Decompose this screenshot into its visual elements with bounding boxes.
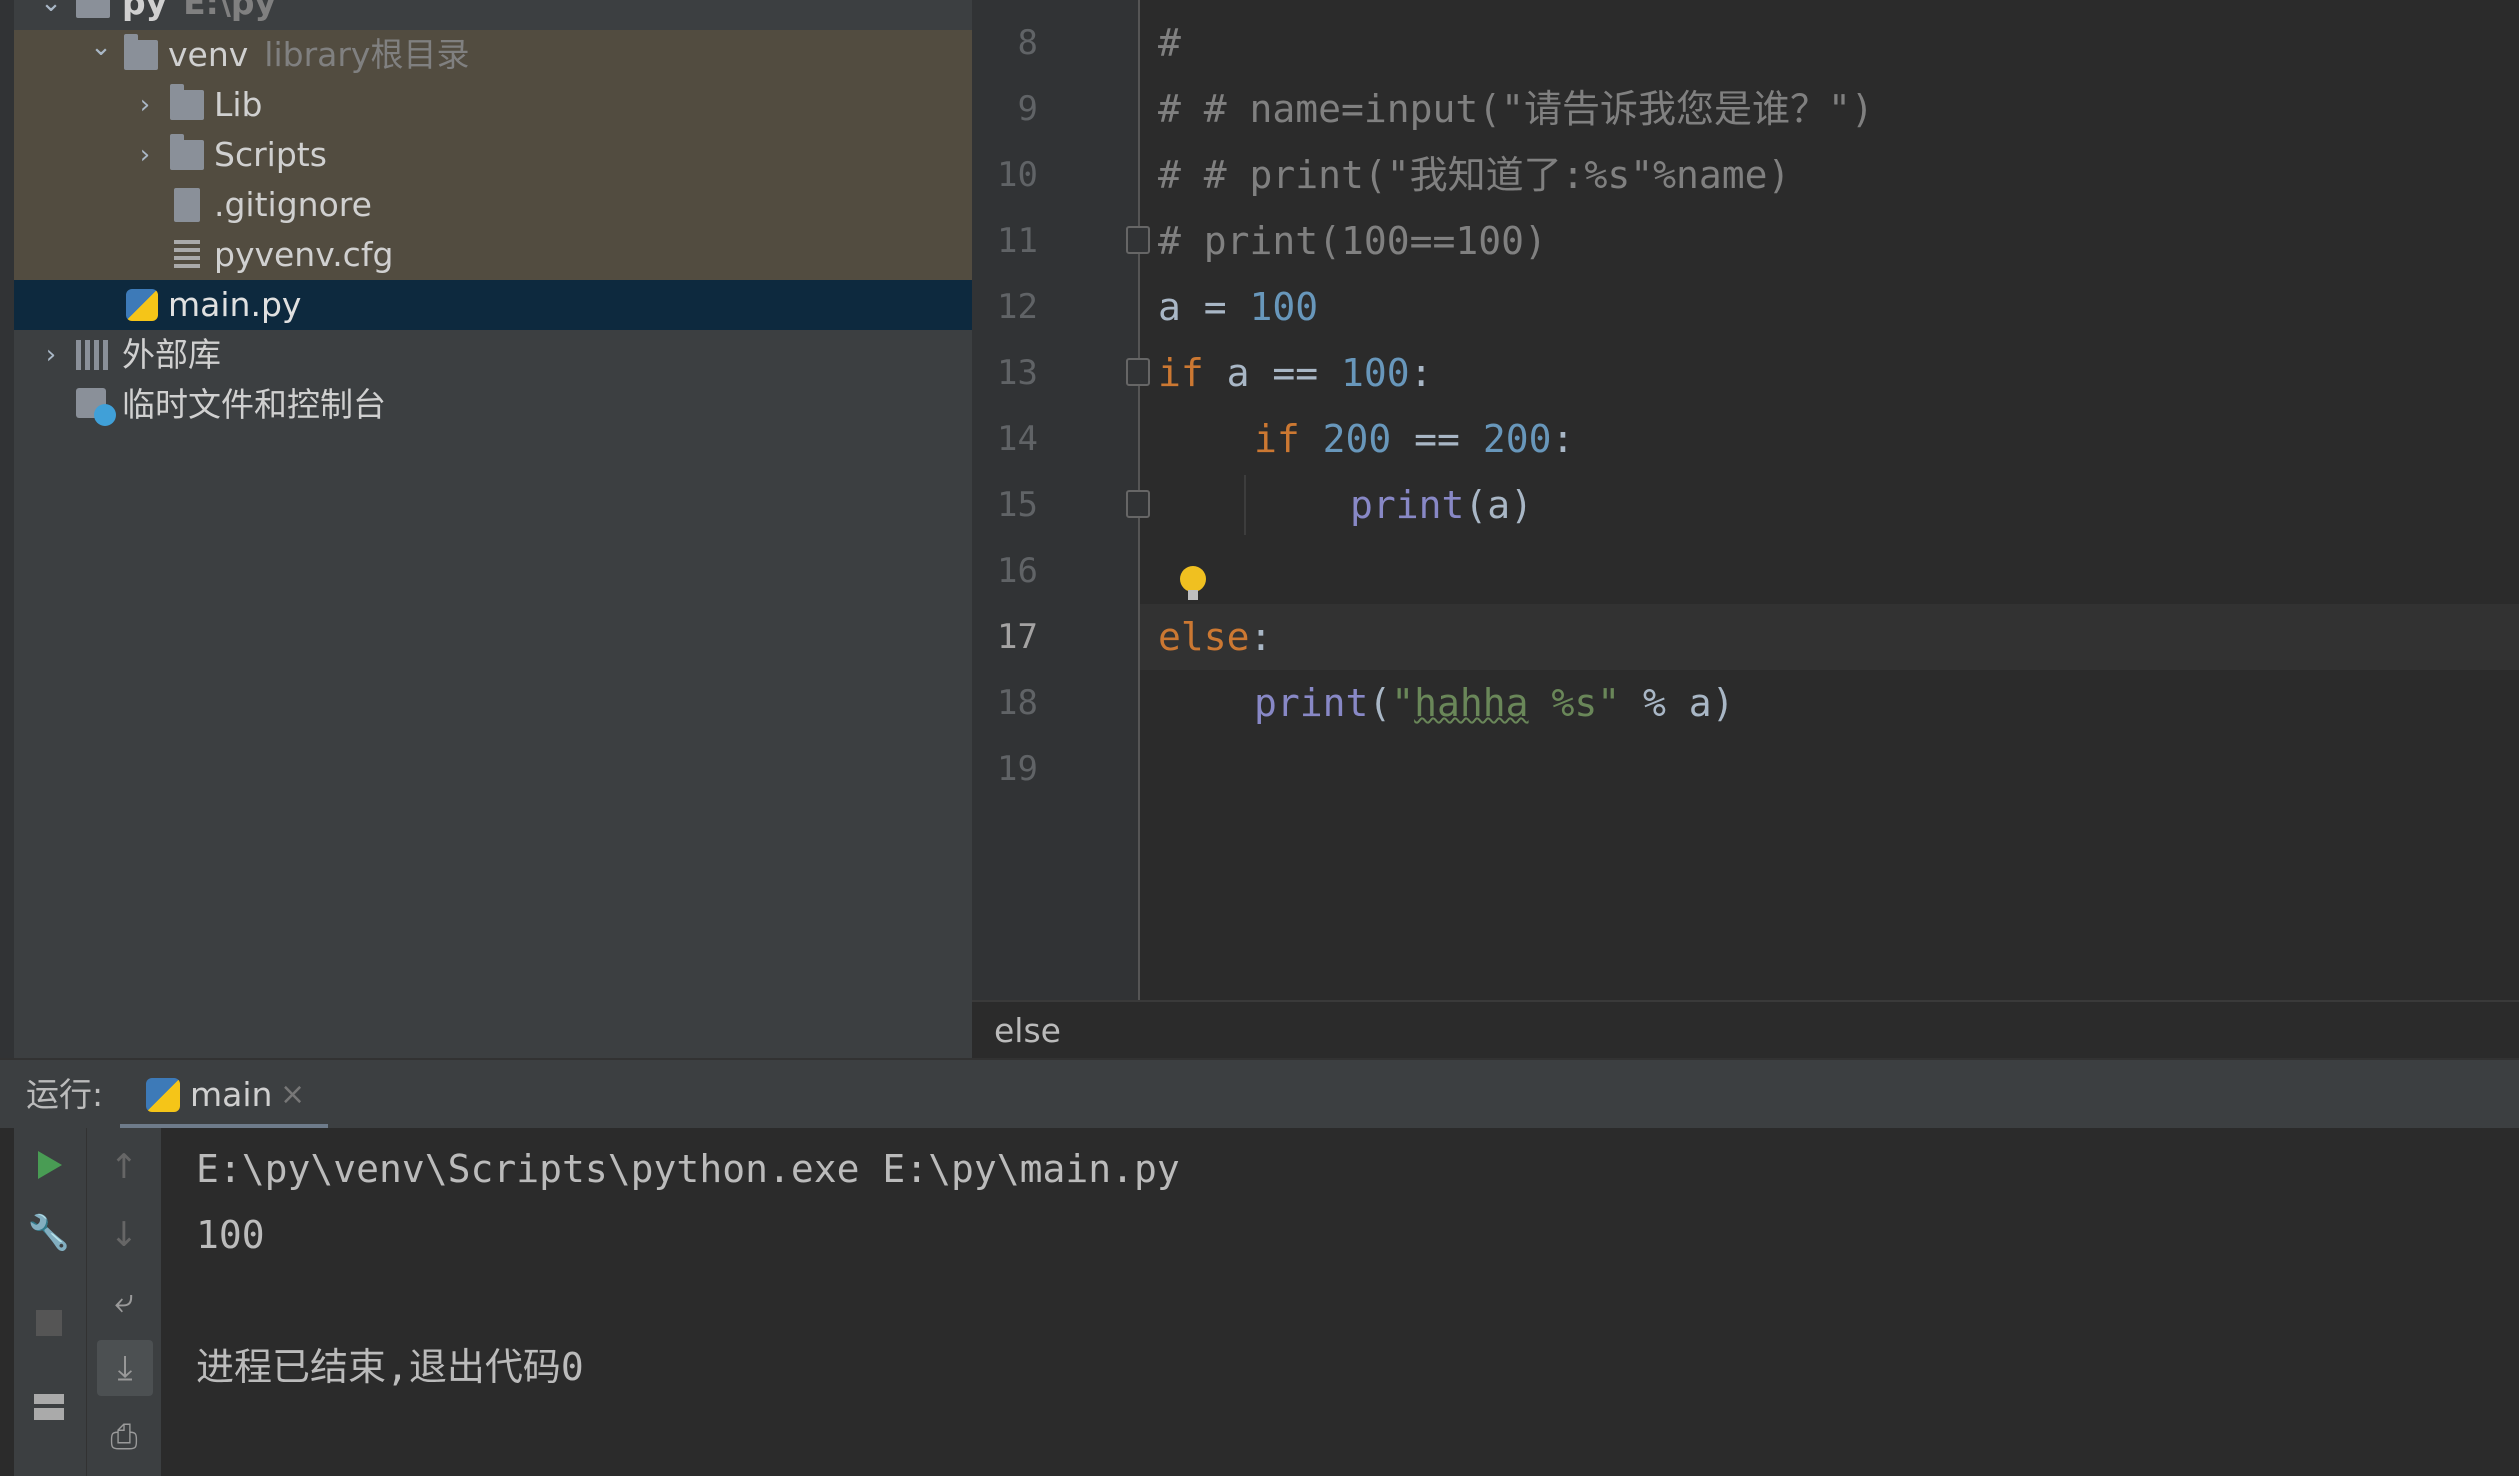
close-icon[interactable]: ×	[280, 1060, 305, 1130]
config-file-icon	[174, 240, 200, 270]
tree-label-lib: Lib	[214, 85, 263, 124]
tree-label-scripts: Scripts	[214, 135, 327, 174]
fold-marker[interactable]	[1126, 490, 1150, 518]
folder-icon	[124, 34, 158, 70]
breadcrumb-item[interactable]: else	[994, 1002, 1061, 1060]
folder-icon	[170, 134, 204, 170]
line-number: 13	[997, 353, 1038, 393]
run-label: 运行:	[26, 1075, 104, 1114]
code-line-15: print(a)	[1350, 483, 1534, 527]
line-number: 19	[997, 749, 1038, 789]
line-number: 14	[997, 419, 1038, 459]
lightbulb-icon[interactable]	[1180, 566, 1206, 600]
tree-label-scratches: 临时文件和控制台	[122, 385, 386, 424]
run-icon[interactable]	[26, 1142, 72, 1188]
chevron-right-icon[interactable]: ›	[130, 80, 160, 130]
tree-row-root[interactable]: ⌄ py E:\py	[14, 0, 972, 28]
line-number: 8	[1017, 23, 1038, 63]
tree-row-pyvenv[interactable]: pyvenv.cfg	[14, 230, 972, 280]
code-line-12: a = 100	[1158, 285, 1319, 329]
tree-row-gitignore[interactable]: .gitignore	[14, 180, 972, 230]
tree-root-name: py	[122, 0, 168, 22]
current-line-highlight	[1140, 604, 2519, 670]
line-number: 12	[997, 287, 1038, 327]
ide-window: ⌄ py E:\py ⌄ venv library根目录 › Lib › Scrip…	[0, 0, 2519, 1476]
print-icon[interactable]: ⎙	[101, 1414, 147, 1460]
line-number: 11	[997, 221, 1038, 261]
line-number: 15	[997, 485, 1038, 525]
code-line-17: else:	[1158, 615, 1273, 659]
line-number: 9	[1017, 89, 1038, 129]
clock-icon	[94, 404, 116, 426]
line-number: 16	[997, 551, 1038, 591]
line-number-current: 17	[997, 617, 1038, 657]
code-editor[interactable]: 8 9 10 11 12 13 14 15 16 17 18 19 # # # …	[972, 0, 2519, 1060]
console-line: 100	[196, 1213, 265, 1257]
tree-root-path: E:\py	[183, 0, 277, 22]
breadcrumb: else	[972, 1000, 2519, 1060]
python-file-icon	[126, 289, 158, 321]
code-line-9: # # name=input("请告诉我您是谁？")	[1158, 87, 1874, 131]
run-toolbar: 🔧	[14, 1128, 86, 1476]
tree-row-lib[interactable]: › Lib	[14, 80, 972, 130]
chevron-down-icon[interactable]: ⌄	[36, 0, 66, 28]
fold-marker[interactable]	[1126, 226, 1150, 254]
tree-hint-venv: library根目录	[264, 35, 470, 74]
code-line-14: if 200 == 200:	[1254, 417, 1575, 461]
tree-label-venv: venv	[168, 35, 249, 74]
run-console: 🔧 ↑ ↓ ⤶ ⤓ ⎙ E:\py\venv\Scripts\python.ex…	[0, 1128, 2519, 1476]
soft-wrap-icon[interactable]: ⤶	[101, 1278, 147, 1324]
console-toolbar: ↑ ↓ ⤶ ⤓ ⎙	[86, 1128, 161, 1476]
tree-row-venv[interactable]: ⌄ venv library根目录	[14, 30, 972, 80]
indent-guide	[1244, 475, 1246, 535]
chevron-right-icon[interactable]: ›	[130, 130, 160, 180]
chevron-down-icon[interactable]: ⌄	[86, 22, 116, 72]
console-line: 进程已结束,退出代码0	[196, 1345, 584, 1389]
code-line-10: # # print("我知道了:%s"%name)	[1158, 153, 1791, 197]
code-line-11: # print(100==100)	[1158, 219, 1547, 263]
project-tree: ⌄ py E:\py ⌄ venv library根目录 › Lib › Scrip…	[0, 0, 972, 1058]
typo-word: hahha	[1414, 681, 1529, 725]
console-line: E:\py\venv\Scripts\python.exe E:\py\main…	[196, 1147, 1180, 1191]
code-line-18: print("hahha %s" % a)	[1254, 681, 1735, 725]
folder-icon	[170, 84, 204, 120]
chevron-right-icon[interactable]: ›	[36, 330, 66, 380]
fold-marker[interactable]	[1126, 358, 1150, 386]
layout-icon[interactable]	[26, 1384, 72, 1430]
tree-label-main-py: main.py	[168, 285, 302, 324]
tree-label-gitignore: .gitignore	[214, 185, 372, 224]
line-number: 10	[997, 155, 1038, 195]
run-tab-main[interactable]: main ×	[120, 1060, 328, 1130]
tree-row-scripts[interactable]: › Scripts	[14, 130, 972, 180]
folder-icon	[76, 0, 110, 18]
code-line-8: #	[1158, 21, 1181, 65]
library-icon	[76, 340, 110, 370]
python-icon	[146, 1078, 180, 1112]
line-number: 18	[997, 683, 1038, 723]
arrow-down-icon[interactable]: ↓	[101, 1212, 147, 1258]
tree-label-external-libs: 外部库	[122, 335, 221, 374]
tree-label-pyvenv: pyvenv.cfg	[214, 235, 394, 274]
tree-row-scratches[interactable]: 临时文件和控制台	[14, 380, 972, 430]
run-tool-window-header: 运行: main ×	[0, 1058, 2519, 1130]
arrow-up-icon[interactable]: ↑	[101, 1144, 147, 1190]
code-line-13: if a == 100:	[1158, 351, 1433, 395]
tree-row-external-libs[interactable]: › 外部库	[14, 330, 972, 380]
wrench-icon[interactable]: 🔧	[26, 1210, 72, 1256]
tree-row-main-py[interactable]: main.py	[14, 280, 972, 330]
scroll-to-end-icon[interactable]: ⤓	[97, 1340, 153, 1396]
run-tab-label: main	[190, 1075, 273, 1114]
stop-icon[interactable]	[26, 1300, 72, 1346]
tool-window-strip	[0, 0, 14, 1058]
gitignore-file-icon	[174, 188, 200, 222]
